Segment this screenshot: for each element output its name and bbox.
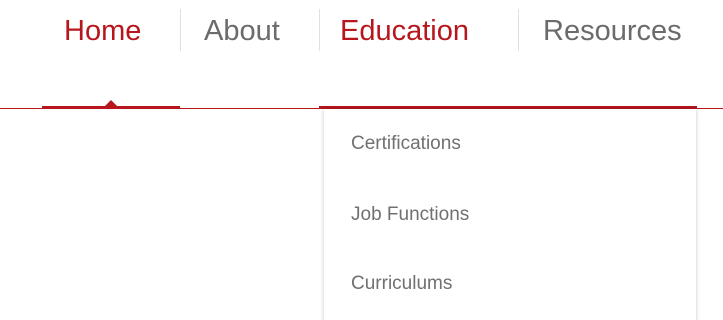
nav-separator xyxy=(319,9,320,51)
nav-separator xyxy=(518,9,519,51)
dropdown-item-certifications[interactable]: Certifications xyxy=(351,109,461,179)
main-navigation: Home About Education Resources xyxy=(0,0,723,110)
nav-item-resources[interactable]: Resources xyxy=(543,0,682,62)
dropdown-item-job-functions[interactable]: Job Functions xyxy=(351,180,469,250)
nav-separator xyxy=(180,9,181,51)
nav-active-underline-home xyxy=(42,106,180,109)
nav-item-home[interactable]: Home xyxy=(64,0,141,62)
dropdown-item-curriculums[interactable]: Curriculums xyxy=(351,249,452,319)
nav-item-education[interactable]: Education xyxy=(340,0,469,62)
caret-up-icon xyxy=(105,100,117,106)
education-dropdown-menu: Certifications Job Functions Curriculums xyxy=(324,109,696,320)
nav-item-about[interactable]: About xyxy=(204,0,280,62)
